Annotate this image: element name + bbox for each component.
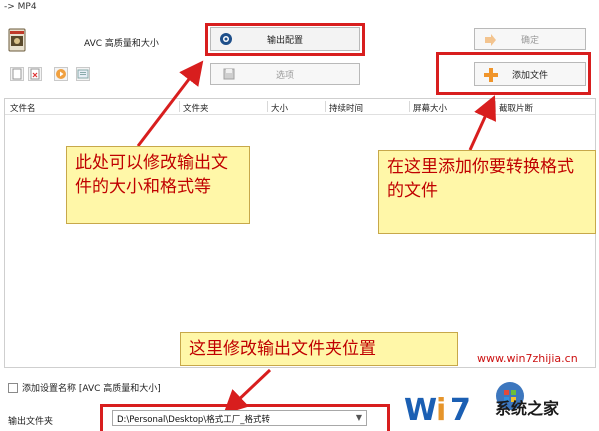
add-setting-name-label: 添加设置名称 [AVC 高质量和大小] — [22, 384, 161, 394]
svg-text:W: W — [404, 393, 437, 428]
arrow-to-add-file — [468, 95, 496, 151]
add-setting-name-checkbox[interactable] — [8, 382, 18, 393]
output-folder-label: 输出文件夹 — [8, 417, 54, 427]
arrow-to-output-config — [136, 60, 204, 147]
svg-text:7: 7 — [450, 393, 471, 428]
note-output-folder: 这里修改输出文件夹位置 — [180, 332, 458, 366]
note-add-file: 在这里添加你要转换格式的文件 — [378, 150, 596, 234]
svg-text:i: i — [436, 393, 446, 428]
highlight-output-folder — [100, 404, 390, 431]
watermark-brand-text: 系统之家 — [495, 399, 560, 418]
format-factory-window: -> MP4 AVC 高质量和大小 输出配置 选项 确定 添加文件 文件名 文件… — [0, 0, 599, 431]
arrow-to-output-folder — [223, 368, 272, 415]
note-output-format: 此处可以修改输出文件的大小和格式等 — [66, 146, 250, 224]
add-setting-name-row[interactable]: 添加设置名称 [AVC 高质量和大小] — [8, 381, 161, 394]
watermark-site-text: www.win7zhijia.cn — [477, 352, 578, 365]
